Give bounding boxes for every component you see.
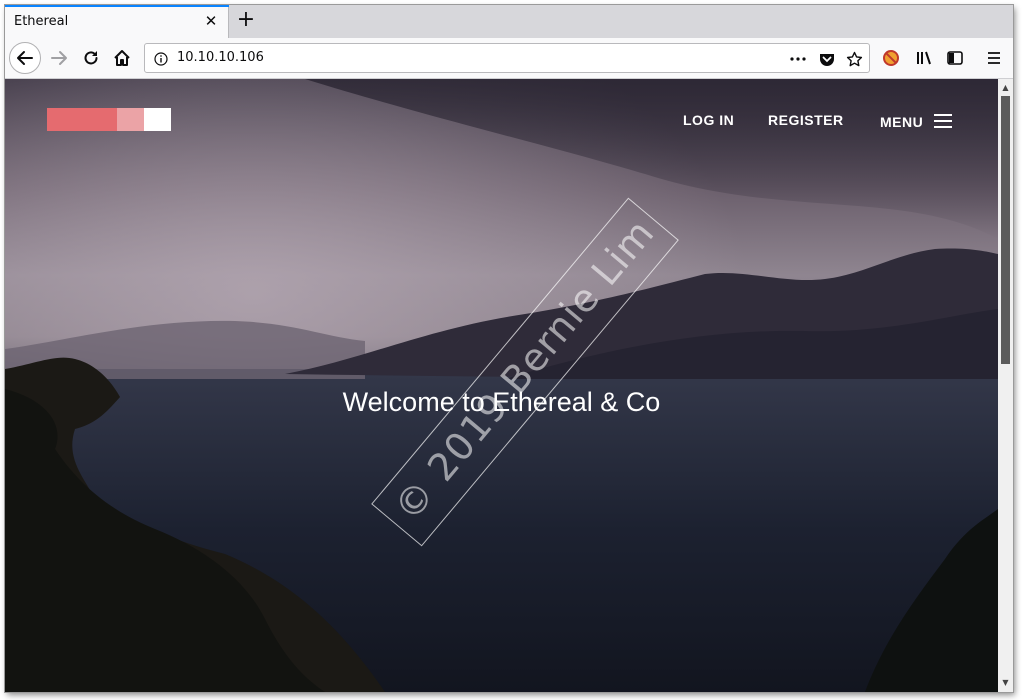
tab-title: Ethereal xyxy=(14,14,69,29)
vertical-scrollbar[interactable]: ▲ ▼ xyxy=(998,79,1013,692)
browser-window: Ethereal ✕ + 10.10.10.106 LOG IN REGISTE… xyxy=(5,5,1013,692)
menu-label: MENU xyxy=(880,114,924,130)
addon-icon xyxy=(883,50,899,66)
register-link[interactable]: REGISTER xyxy=(768,112,844,128)
login-link[interactable]: LOG IN xyxy=(683,112,734,128)
logo-block-light xyxy=(117,108,144,131)
page-actions-icon[interactable] xyxy=(789,50,807,68)
reload-button[interactable] xyxy=(77,44,105,72)
back-button[interactable] xyxy=(9,42,41,74)
sidebar-button[interactable] xyxy=(941,44,969,72)
home-icon xyxy=(114,50,130,66)
menu-icon xyxy=(934,114,953,128)
new-tab-button[interactable]: + xyxy=(235,9,257,32)
hamburger-menu-icon xyxy=(988,52,1000,64)
library-icon xyxy=(917,51,931,65)
home-button[interactable] xyxy=(108,44,136,72)
addon-button[interactable] xyxy=(877,44,905,72)
scroll-up-arrow-icon[interactable]: ▲ xyxy=(998,81,1013,95)
menu-toggle[interactable]: MENU xyxy=(880,112,953,131)
scrollbar-thumb[interactable] xyxy=(1001,96,1010,364)
logo-block-dark xyxy=(47,108,117,131)
tab-ethereal[interactable]: Ethereal ✕ xyxy=(5,5,229,38)
tab-strip: Ethereal ✕ + xyxy=(5,5,1013,38)
page-content: LOG IN REGISTER MENU Welcome to Ethereal… xyxy=(5,79,998,692)
back-icon xyxy=(17,51,33,65)
scroll-down-arrow-icon[interactable]: ▼ xyxy=(998,676,1013,690)
navigation-toolbar: 10.10.10.106 xyxy=(5,38,1013,79)
library-button[interactable] xyxy=(910,44,938,72)
forward-icon xyxy=(51,51,67,65)
reload-icon xyxy=(84,51,98,65)
site-logo[interactable] xyxy=(47,108,171,131)
bookmark-star-icon[interactable] xyxy=(845,50,863,68)
close-tab-icon[interactable]: ✕ xyxy=(204,14,218,29)
sidebar-icon xyxy=(947,51,963,65)
url-text[interactable]: 10.10.10.106 xyxy=(177,50,264,65)
info-icon[interactable] xyxy=(152,50,170,68)
logo-block-white xyxy=(144,108,171,131)
forward-button[interactable] xyxy=(45,44,73,72)
menu-button[interactable] xyxy=(980,44,1008,72)
url-bar[interactable]: 10.10.10.106 xyxy=(144,43,870,73)
pocket-icon[interactable] xyxy=(818,50,836,68)
active-tab-indicator xyxy=(5,5,229,7)
